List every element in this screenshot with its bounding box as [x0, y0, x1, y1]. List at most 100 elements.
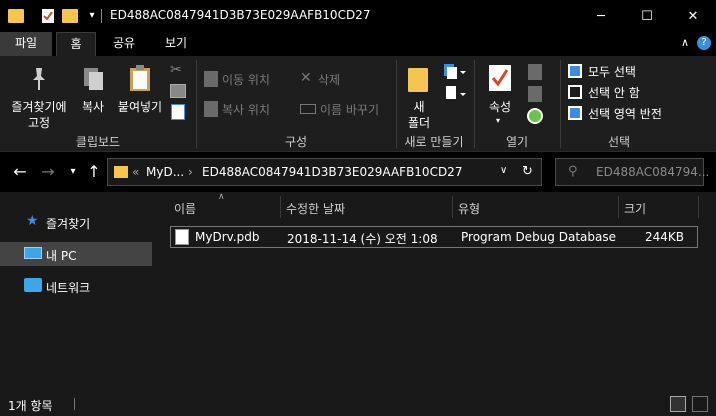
copy-label: 복사	[81, 100, 105, 114]
address-dropdown-icon[interactable]: ∨	[500, 165, 507, 176]
explorer-folder-icon	[8, 9, 24, 23]
recent-locations-chevron-icon[interactable]: ▾	[63, 162, 83, 182]
paste-button[interactable]: 붙여넣기	[114, 64, 166, 114]
rename-icon	[300, 104, 316, 114]
up-arrow-icon[interactable]: ↑	[84, 162, 104, 182]
address-folder-icon	[114, 166, 128, 178]
tab-home[interactable]: 홈	[56, 32, 96, 56]
nav-item-network[interactable]: 네트워크	[0, 274, 152, 298]
search-box[interactable]: ⚲ ED488AC084794...	[555, 158, 709, 186]
invert-selection-icon	[568, 106, 582, 120]
nav-item-this-pc[interactable]: 내 PC	[0, 242, 152, 266]
details-view-icon[interactable]	[670, 396, 686, 412]
breadcrumb-prefix[interactable]: «	[132, 165, 139, 179]
close-button[interactable]: ✕	[670, 0, 716, 32]
file-modified: 2018-11-14 (수) 오전 1:08	[287, 232, 438, 246]
new-folder-label-2: 폴더	[407, 116, 431, 130]
select-all-button[interactable]: 모두 선택	[568, 62, 708, 80]
select-all-label: 모두 선택	[588, 65, 636, 79]
column-divider[interactable]	[698, 196, 699, 218]
copy-button[interactable]: 복사	[76, 64, 110, 114]
column-header-modified[interactable]: 수정한 날짜	[286, 200, 345, 217]
refresh-icon[interactable]: ↻	[522, 164, 533, 179]
navigation-bar: ← → ▾ ↑ « MyD... › ED488AC0847941D3B73E0…	[0, 152, 716, 192]
help-icon[interactable]: ?	[697, 36, 711, 50]
status-separator	[74, 398, 75, 410]
column-divider[interactable]	[452, 196, 453, 218]
new-folder-button[interactable]: 새 폴더	[402, 64, 436, 130]
breadcrumb-current[interactable]: ED488AC0847941D3B73E029AAFB10CD27	[202, 165, 462, 179]
file-list: ∧ 이름 수정한 날짜 유형 크기 MyDrv.pdb 2018-11-14 (…	[160, 192, 716, 392]
tab-file[interactable]: 파일	[0, 32, 52, 56]
move-to-button[interactable]: 이동 위치	[204, 70, 294, 88]
delete-button[interactable]: ✕ 삭제	[300, 70, 360, 88]
open-group-label: 열기	[505, 135, 529, 149]
nav-item-label: 즐겨찾기	[46, 217, 91, 231]
nav-item-label: 네트워크	[46, 281, 91, 295]
window-title: ED488AC0847941D3B73E029AAFB10CD27	[110, 8, 371, 22]
star-icon: ★	[26, 213, 39, 229]
maximize-button[interactable]: ☐	[624, 0, 670, 32]
paste-shortcut-icon[interactable]	[171, 104, 185, 120]
properties-dropdown-icon[interactable]: ▾	[496, 116, 500, 125]
properties-quick-access-icon[interactable]	[40, 8, 56, 24]
breadcrumb-parent[interactable]: MyD...	[146, 165, 184, 179]
easy-access-icon[interactable]	[444, 86, 466, 102]
rename-button[interactable]: 이름 바꾸기	[300, 100, 390, 118]
column-header-type[interactable]: 유형	[458, 200, 480, 217]
pin-label-2: 고정	[27, 116, 51, 130]
cut-icon[interactable]: ✂	[170, 62, 186, 78]
ribbon: 즐겨찾기에 고정 복사 붙여넣기 ✂ 클립보드 이동 위치 복사 위치 ✕ 삭제…	[0, 56, 716, 152]
move-to-icon	[204, 71, 218, 87]
search-placeholder: ED488AC084794...	[596, 165, 710, 179]
properties-label: 속성	[488, 100, 512, 114]
copy-to-button[interactable]: 복사 위치	[204, 100, 294, 118]
column-header-name[interactable]: 이름	[174, 200, 196, 217]
new-item-icon[interactable]	[444, 64, 466, 80]
properties-button[interactable]: 속성 ▾	[480, 64, 520, 130]
back-arrow-icon[interactable]: ←	[10, 162, 30, 182]
large-icons-view-icon[interactable]	[692, 396, 708, 412]
search-icon: ⚲	[568, 164, 578, 179]
ribbon-tabs: 파일 홈 공유 보기 ∧ ?	[0, 32, 716, 56]
new-folder-label-1: 새	[413, 100, 425, 114]
file-size: 244KB	[645, 230, 685, 244]
copy-icon	[82, 66, 106, 92]
title-separator	[101, 9, 102, 23]
column-header-size[interactable]: 크기	[624, 200, 646, 217]
history-icon[interactable]	[527, 108, 543, 124]
edit-icon[interactable]	[528, 86, 542, 102]
new-group-label: 새로 만들기	[404, 135, 464, 149]
delete-label: 삭제	[318, 73, 341, 87]
copy-path-icon[interactable]	[170, 84, 186, 98]
column-divider[interactable]	[618, 196, 619, 218]
table-row[interactable]: MyDrv.pdb 2018-11-14 (수) 오전 1:08 Program…	[170, 226, 698, 248]
computer-icon	[24, 247, 42, 259]
tab-view[interactable]: 보기	[156, 32, 196, 56]
forward-arrow-icon[interactable]: →	[38, 162, 58, 182]
open-icon[interactable]	[528, 64, 542, 80]
clipboard-group-label: 클립보드	[75, 135, 121, 149]
invert-selection-label: 선택 영역 반전	[588, 107, 662, 121]
column-divider[interactable]	[280, 196, 281, 218]
minimize-button[interactable]: ─	[578, 0, 624, 32]
rename-label: 이름 바꾸기	[320, 103, 380, 117]
new-folder-quick-access-icon[interactable]	[62, 9, 78, 23]
ribbon-collapse-icon[interactable]: ∧	[678, 36, 692, 50]
tab-share[interactable]: 공유	[104, 32, 144, 56]
select-none-button[interactable]: 선택 안 함	[568, 83, 708, 101]
address-bar[interactable]: « MyD... › ED488AC0847941D3B73E029AAFB10…	[107, 158, 542, 186]
nav-item-quick-access[interactable]: ★ 즐겨찾기	[0, 210, 152, 234]
properties-icon	[488, 64, 512, 92]
copy-to-icon	[204, 101, 218, 117]
pin-label-1: 즐겨찾기에	[11, 100, 67, 114]
breadcrumb-separator-icon[interactable]: ›	[188, 165, 193, 179]
select-all-icon	[568, 64, 582, 78]
pin-icon	[28, 66, 50, 92]
navigation-pane: ★ 즐겨찾기 내 PC 네트워크	[0, 192, 160, 392]
invert-selection-button[interactable]: 선택 영역 반전	[568, 104, 708, 122]
customize-quick-access-icon[interactable]: ▾	[84, 8, 100, 24]
nav-item-label: 내 PC	[46, 249, 77, 263]
organize-group-label: 구성	[284, 135, 308, 149]
pin-to-quick-access-button[interactable]: 즐겨찾기에 고정	[6, 64, 72, 130]
